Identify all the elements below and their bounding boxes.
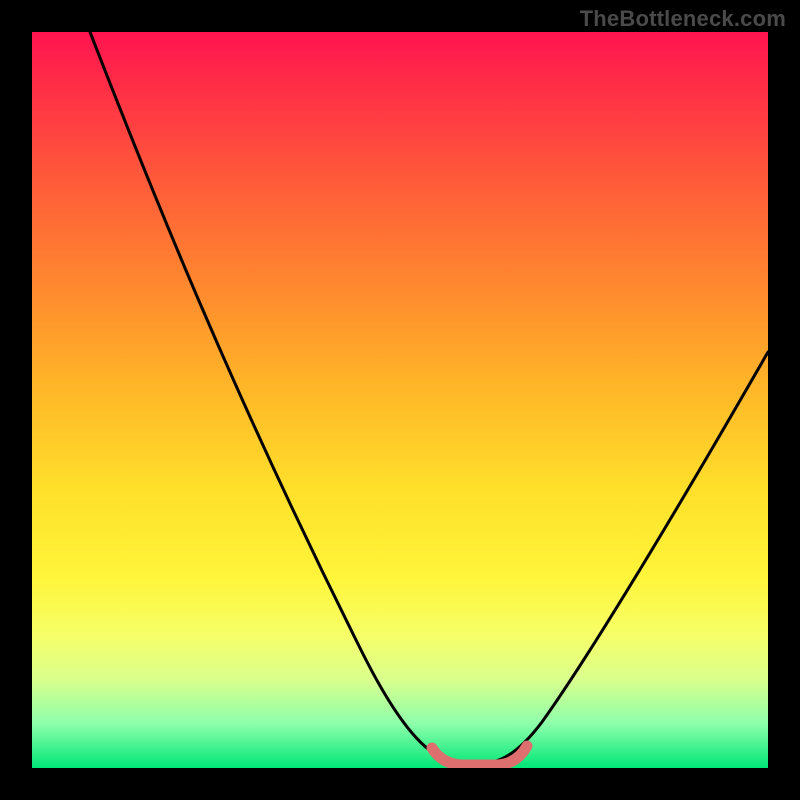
optimal-zone-marker: [432, 746, 527, 765]
curve-layer: [32, 32, 768, 768]
plot-area: [32, 32, 768, 768]
chart-frame: TheBottleneck.com: [0, 0, 800, 800]
watermark-text: TheBottleneck.com: [580, 6, 786, 32]
bottleneck-curve: [90, 32, 768, 764]
